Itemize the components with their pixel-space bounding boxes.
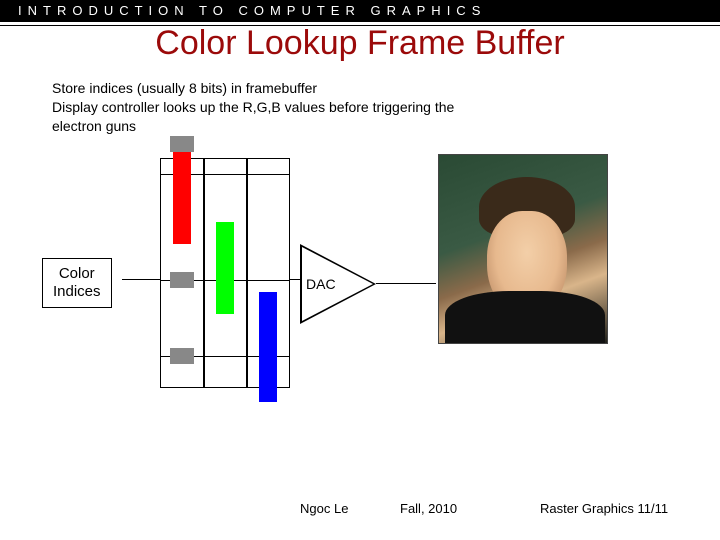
- color-indices-label-1: Color: [53, 265, 101, 283]
- connector-line: [290, 279, 300, 281]
- dac-label: DAC: [306, 276, 336, 292]
- slide-footer: Ngoc Le Fall, 2010 Raster Graphics 11/11: [0, 501, 720, 516]
- output-image: [438, 154, 608, 344]
- slide-header: INTRODUCTION TO COMPUTER GRAPHICS: [0, 0, 720, 22]
- footer-author: Ngoc Le: [300, 501, 400, 516]
- blue-bar: [259, 292, 277, 402]
- connector-line: [376, 283, 436, 285]
- green-bar: [216, 222, 234, 314]
- body-line-1: Store indices (usually 8 bits) in frameb…: [52, 79, 472, 98]
- color-indices-box: Color Indices: [42, 258, 112, 308]
- footer-term: Fall, 2010: [400, 501, 540, 516]
- footer-section: Raster Graphics 11/11: [540, 501, 720, 516]
- slide-title: Color Lookup Frame Buffer: [0, 24, 720, 63]
- body-line-2: Display controller looks up the R,G,B va…: [52, 98, 472, 136]
- grey-chip: [170, 136, 194, 152]
- body-text: Store indices (usually 8 bits) in frameb…: [52, 79, 472, 136]
- color-indices-label-2: Indices: [53, 283, 101, 301]
- connector-line: [122, 279, 160, 281]
- grey-chip: [170, 348, 194, 364]
- diagram: Color Indices DAC: [0, 148, 720, 428]
- grey-chip: [170, 272, 194, 288]
- lookup-table: [160, 158, 290, 388]
- red-bar: [173, 144, 191, 244]
